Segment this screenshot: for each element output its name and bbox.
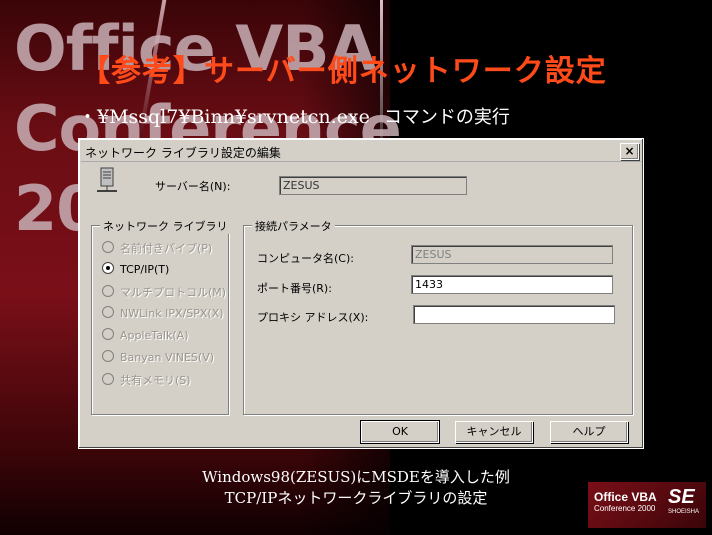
port-number-input[interactable]: 1433 [411,275,613,294]
logo-sub-text: Conference 2000 [594,504,656,513]
radio-circle [102,285,114,297]
radio-named-pipes[interactable]: 名前付きパイプ(P) [102,240,212,256]
radio-banyan-vines[interactable]: Banyan VINES(V) [102,350,214,364]
ok-button[interactable]: OK [360,420,440,444]
proxy-address-input[interactable] [413,305,615,324]
radio-label: 名前付きパイプ(P) [120,242,213,255]
radio-circle [102,306,114,318]
radio-shared-memory[interactable]: 共有メモリ(S) [102,372,191,388]
port-number-label: ポート番号(R): [257,282,332,295]
conference-logo: Office VBA Conference 2000 SE SHOEISHA [588,482,706,528]
radio-multiprotocol[interactable]: マルチプロトコル(M) [102,284,226,300]
radio-circle [102,350,114,362]
radio-circle [102,262,114,274]
close-button[interactable]: × [620,143,639,160]
logo-main-text: Office VBA [594,490,657,504]
server-name-label: サーバー名(N): [155,180,231,193]
radio-appletalk[interactable]: AppleTalk(A) [102,328,189,342]
radio-label: マルチプロトコル(M) [120,286,227,299]
command-bullet: ・¥Mssql7¥Binn¥srvnetcn.exe コマンドの実行 [78,102,510,129]
command-action: コマンドの実行 [383,107,510,128]
server-name-field: ZESUS [279,176,467,195]
radio-label: AppleTalk(A) [120,329,189,342]
help-button[interactable]: ヘルプ [550,421,628,443]
slide-title: 【参考】サーバー側ネットワーク設定 [80,54,607,89]
logo-publisher: SHOEISHA [668,509,700,515]
network-library-dialog: ネットワーク ライブラリ設定の編集 × サーバー名(N): ZESUS ネットワ… [78,138,644,449]
radio-nwlink[interactable]: NWLink IPX/SPX(X) [102,306,224,320]
logo-brand: SE [668,486,695,508]
command-path: ・¥Mssql7¥Binn¥srvnetcn.exe [78,106,370,128]
radio-label: 共有メモリ(S) [120,374,191,387]
radio-circle [102,328,114,340]
cancel-button[interactable]: キャンセル [455,421,533,443]
radio-circle [102,241,114,253]
radio-tcpip[interactable]: TCP/IP(T) [102,262,169,276]
connection-params-group-label: 接続パラメータ [252,218,335,234]
network-library-group-label: ネットワーク ライブラリ [100,218,231,234]
computer-name-label: コンピュータ名(C): [257,252,354,265]
server-icon [97,167,117,192]
dialog-title: ネットワーク ライブラリ設定の編集 [85,146,281,160]
network-library-group: ネットワーク ライブラリ 名前付きパイプ(P) TCP/IP(T) マルチプロト… [91,218,231,415]
radio-circle [102,373,114,385]
radio-label: Banyan VINES(V) [120,351,215,364]
proxy-address-label: プロキシ アドレス(X): [257,311,369,324]
radio-label: TCP/IP(T) [120,263,170,276]
computer-name-field: ZESUS [411,245,613,264]
radio-label: NWLink IPX/SPX(X) [120,307,224,320]
dialog-titlebar[interactable]: ネットワーク ライブラリ設定の編集 × [81,141,641,162]
